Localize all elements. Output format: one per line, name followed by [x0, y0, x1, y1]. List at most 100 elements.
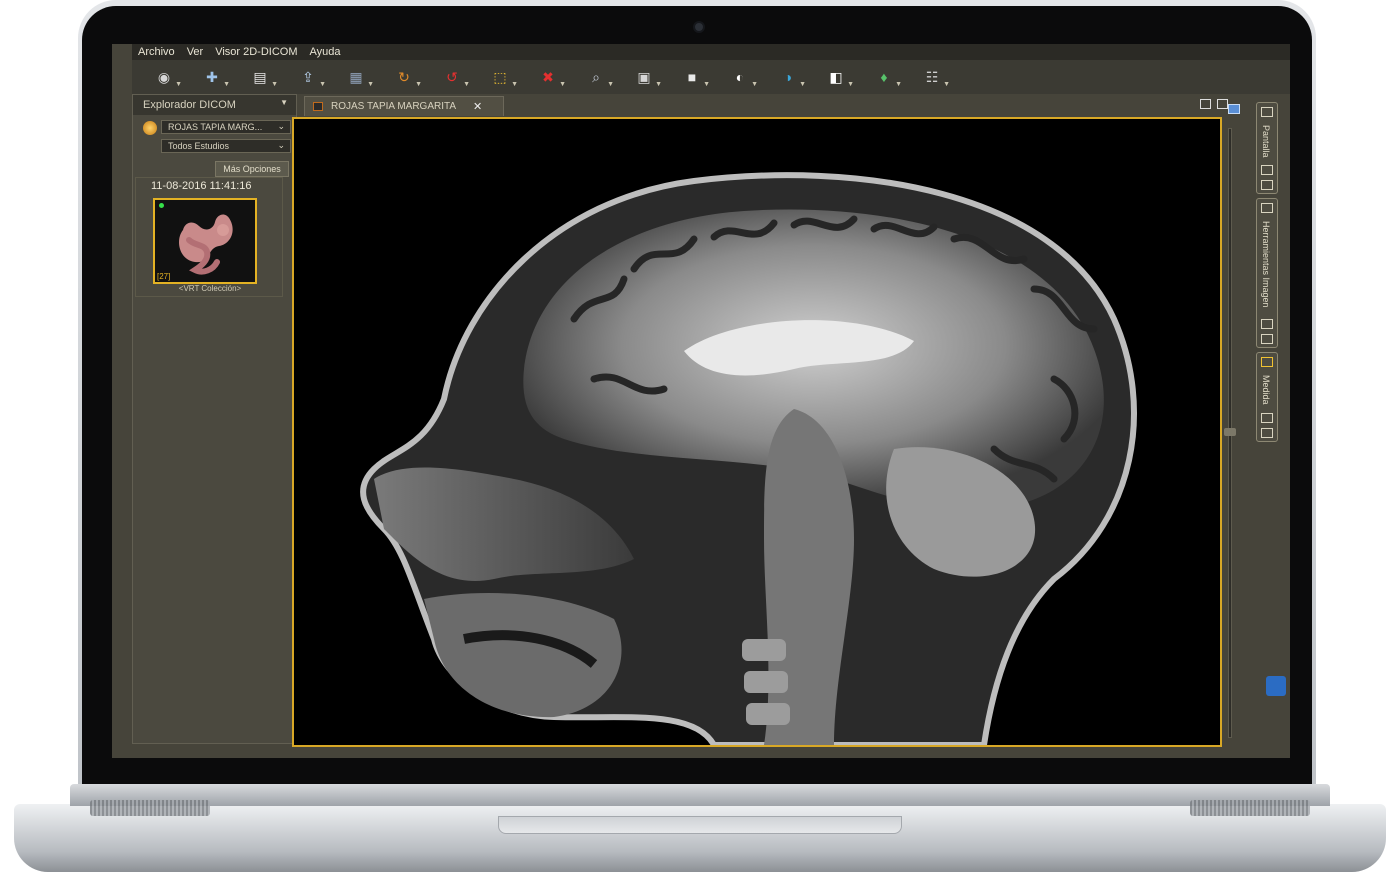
- menu-visor-2d-dicom[interactable]: Visor 2D-DICOM: [215, 46, 297, 58]
- lock-icon: ■: [687, 69, 697, 85]
- invert-icon: ◧: [829, 68, 843, 85]
- mri-sagittal-image: [294, 119, 1220, 745]
- panel-title: Explorador DICOM: [143, 99, 236, 111]
- chevron-down-icon[interactable]: ▼: [847, 81, 854, 88]
- 3d-body-button[interactable]: ♦ ▼: [862, 63, 906, 91]
- chevron-down-icon[interactable]: ▼: [799, 81, 806, 88]
- 3d-body-icon: ♦: [880, 69, 888, 85]
- tab-patient[interactable]: ROJAS TAPIA MARGARITA ✕: [304, 96, 504, 116]
- slider-handle[interactable]: [1224, 428, 1236, 436]
- xray-icon: ☷: [925, 68, 939, 85]
- export-button[interactable]: ⇪ ▼: [286, 63, 330, 91]
- right-side-panels: Pantalla Herramientas Imagen Medida: [1256, 102, 1278, 742]
- rail-tab-label: Medida: [1261, 375, 1271, 405]
- zoom-icon: ⌕: [592, 68, 600, 85]
- chevron-down-icon[interactable]: ▼: [943, 81, 950, 88]
- chevron-down-icon[interactable]: ▼: [751, 81, 758, 88]
- study-thumbnail[interactable]: [27]: [153, 198, 257, 284]
- close-icon[interactable]: ✕: [473, 100, 482, 113]
- image-tools-icon: [1261, 203, 1273, 213]
- window-controls: [1200, 99, 1228, 109]
- chevron-down-icon[interactable]: ▼: [655, 81, 662, 88]
- select-area-icon: ⬚: [493, 68, 507, 85]
- add-study-button[interactable]: ✚ ▼: [190, 63, 234, 91]
- assistant-icon[interactable]: [1266, 676, 1286, 696]
- chevron-down-icon[interactable]: ▼: [367, 81, 374, 88]
- pin-icon[interactable]: [1261, 413, 1273, 423]
- select-area-button[interactable]: ⬚ ▼: [478, 63, 522, 91]
- restore-icon[interactable]: [1261, 180, 1273, 190]
- chevron-down-icon: ⌄: [277, 140, 285, 150]
- study-caption: <VRT Colección>: [178, 284, 242, 293]
- sync-button[interactable]: ↻ ▼: [382, 63, 426, 91]
- patient-select[interactable]: ROJAS TAPIA MARG... ⌄: [161, 120, 291, 134]
- ruler-icon: [1261, 357, 1273, 367]
- chevron-down-icon[interactable]: ▼: [415, 81, 422, 88]
- disk-open-button[interactable]: ◉ ▼: [142, 63, 186, 91]
- app-window: Archivo Ver Visor 2D-DICOM Ayuda ◉ ▼ ✚ ▼ ▤ ▼ ⇪…: [112, 44, 1290, 758]
- delete-icon: ✖: [542, 68, 554, 85]
- chevron-down-icon[interactable]: ▼: [271, 81, 278, 88]
- rail-tab-label: Herramientas Imagen: [1261, 221, 1271, 308]
- maximize-icon[interactable]: [1217, 99, 1228, 109]
- patient-icon: [143, 121, 157, 135]
- menu-archivo[interactable]: Archivo: [138, 46, 175, 58]
- chevron-down-icon[interactable]: ▼: [895, 81, 902, 88]
- studies-select[interactable]: Todos Estudios ⌄: [161, 139, 291, 153]
- image-tab-icon: [313, 102, 323, 111]
- chevron-down-icon[interactable]: ▼: [319, 81, 326, 88]
- save-image-button[interactable]: ▣ ▼: [622, 63, 666, 91]
- restore-icon[interactable]: [1261, 334, 1273, 344]
- export-icon: ⇪: [302, 68, 314, 85]
- laptop-hinge: [70, 784, 1330, 806]
- delete-button[interactable]: ✖ ▼: [526, 63, 570, 91]
- studies-select-value: Todos Estudios: [168, 141, 230, 151]
- tab-herramientas-imagen[interactable]: Herramientas Imagen: [1256, 198, 1278, 348]
- pin-icon[interactable]: [1261, 319, 1273, 329]
- chevron-down-icon[interactable]: ▼: [463, 81, 470, 88]
- detach-icon[interactable]: [1200, 99, 1211, 109]
- menu-bar: Archivo Ver Visor 2D-DICOM Ayuda: [132, 44, 1290, 60]
- chevron-down-icon[interactable]: ▼: [223, 81, 230, 88]
- monitor-icon: [1261, 107, 1273, 117]
- webcam-icon: [693, 21, 705, 33]
- xray-button[interactable]: ☷ ▼: [910, 63, 954, 91]
- rotate-red-button[interactable]: ↺ ▼: [430, 63, 474, 91]
- pin-icon[interactable]: [1261, 165, 1273, 175]
- restore-icon[interactable]: [1261, 428, 1273, 438]
- trackpad: [498, 816, 902, 834]
- chevron-down-icon[interactable]: ▼: [511, 81, 518, 88]
- menu-ver[interactable]: Ver: [187, 46, 204, 58]
- panel-header: Explorador DICOM ▼: [133, 95, 296, 115]
- print-icon: ▤: [253, 68, 267, 85]
- chevron-down-icon[interactable]: ▼: [703, 81, 710, 88]
- menu-ayuda[interactable]: Ayuda: [310, 46, 341, 58]
- image-viewport[interactable]: [292, 117, 1222, 747]
- contrast-button[interactable]: ◐ ▼: [718, 63, 762, 91]
- tab-medida[interactable]: Medida: [1256, 352, 1278, 442]
- chevron-down-icon[interactable]: ▼: [607, 81, 614, 88]
- more-options-button[interactable]: Más Opciones: [215, 161, 289, 177]
- tab-label: ROJAS TAPIA MARGARITA: [331, 101, 457, 112]
- grid-layout-icon: ▦: [349, 68, 363, 85]
- panel-menu-chevron-icon[interactable]: ▼: [280, 98, 288, 107]
- disk-open-icon: ◉: [157, 68, 171, 85]
- invert-button[interactable]: ◧ ▼: [814, 63, 858, 91]
- color-contrast-button[interactable]: ◑ ▼: [766, 63, 810, 91]
- save-image-icon: ▣: [637, 68, 651, 85]
- study-item[interactable]: 11-08-2016 11:41:16 [27] <VRT Colección>: [135, 177, 283, 297]
- print-button[interactable]: ▤ ▼: [238, 63, 282, 91]
- lock-button[interactable]: ■ ▼: [670, 63, 714, 91]
- rail-tab-label: Pantalla: [1261, 125, 1271, 158]
- tab-pantalla[interactable]: Pantalla: [1256, 102, 1278, 194]
- color-contrast-icon: ◑: [783, 69, 793, 85]
- chevron-down-icon: ⌄: [277, 121, 285, 131]
- patient-select-value: ROJAS TAPIA MARG...: [168, 122, 263, 132]
- zoom-button[interactable]: ⌕ ▼: [574, 63, 618, 91]
- layout-icon[interactable]: [1228, 104, 1240, 114]
- chevron-down-icon[interactable]: ▼: [175, 81, 182, 88]
- grid-layout-button[interactable]: ▦ ▼: [334, 63, 378, 91]
- chevron-down-icon[interactable]: ▼: [559, 81, 566, 88]
- vrt-thumbnail-image: [155, 200, 255, 282]
- rotate-red-icon: ↺: [446, 68, 458, 85]
